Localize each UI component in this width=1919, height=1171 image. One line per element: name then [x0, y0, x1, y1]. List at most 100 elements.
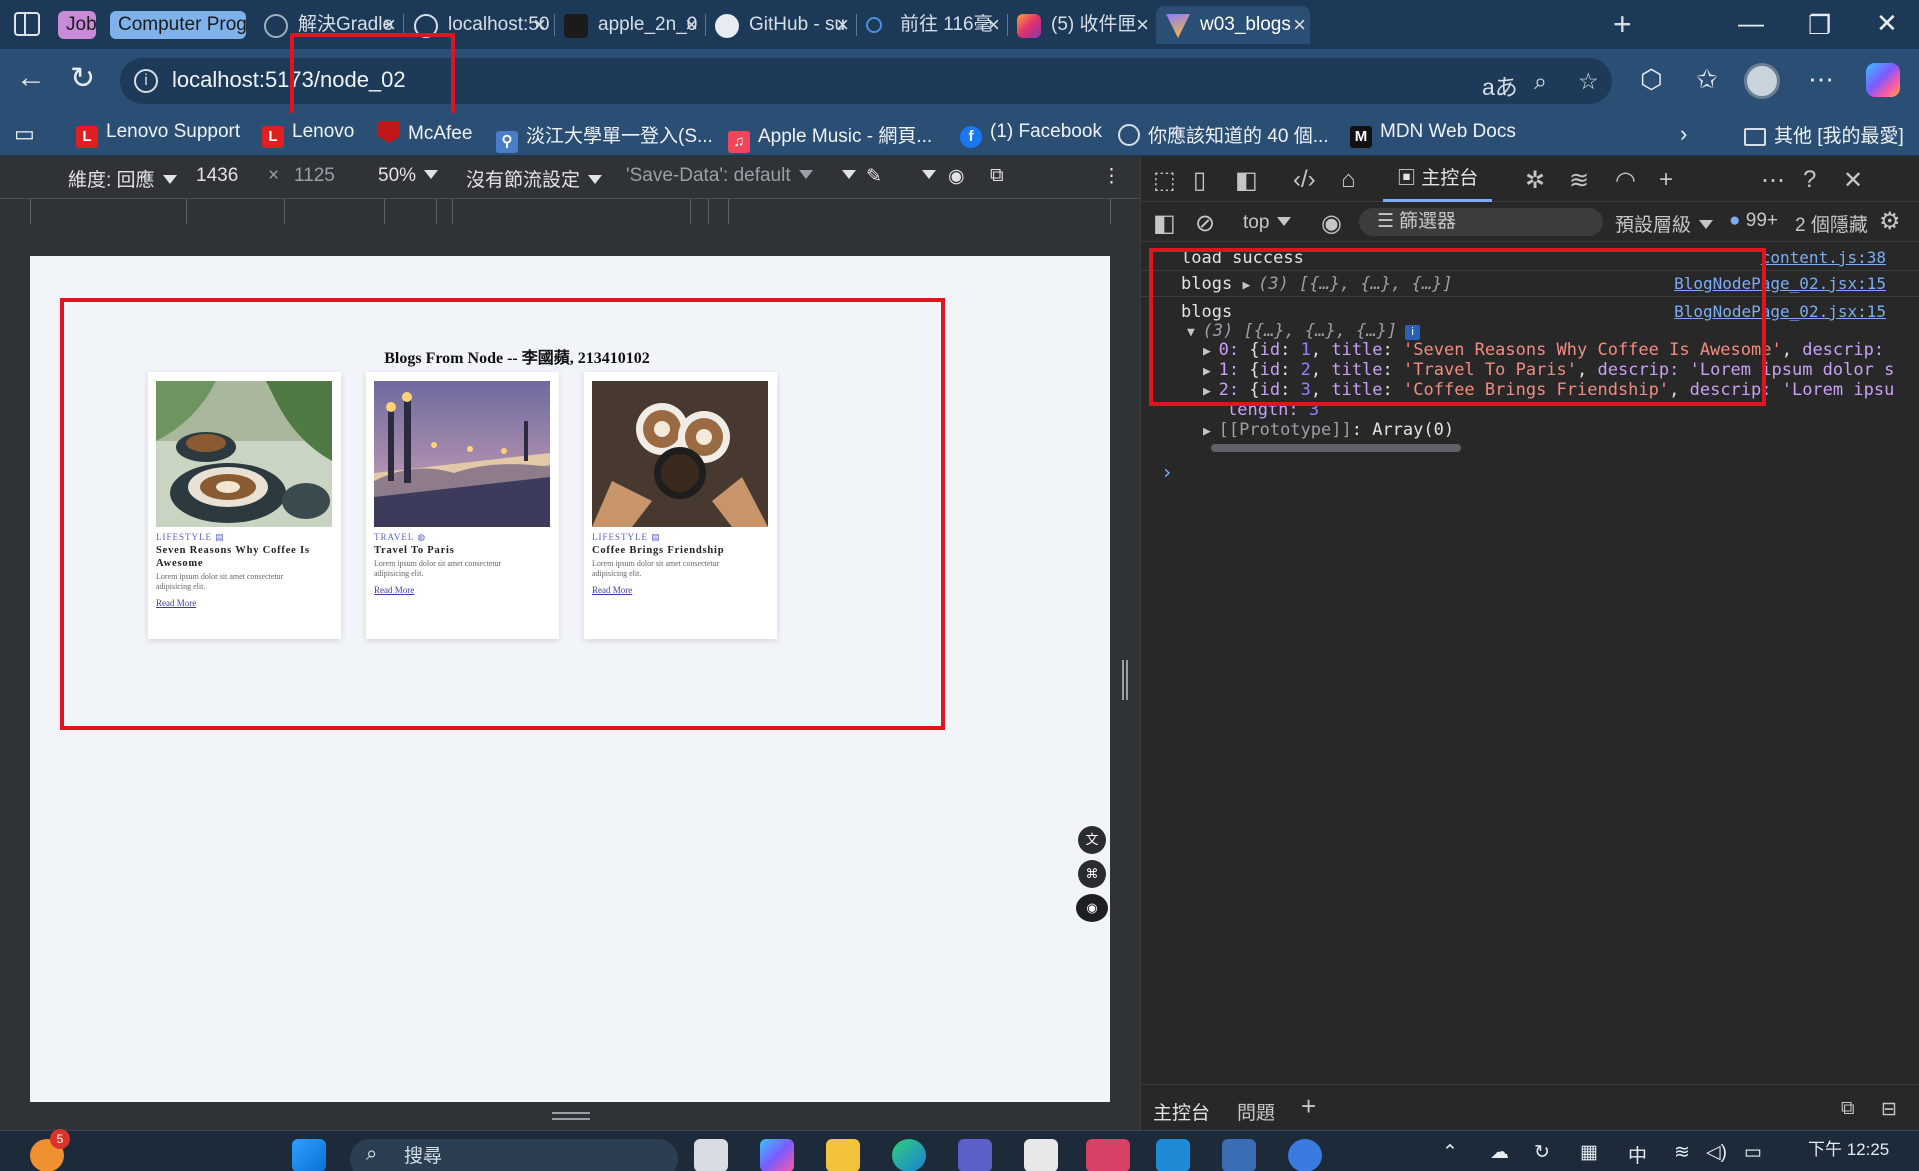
welcome-home-icon[interactable]: ⌂	[1341, 166, 1356, 194]
log-source-link[interactable]: content.js:38	[1761, 248, 1886, 267]
bookmark-mdn[interactable]: M MDN Web Docs	[1350, 121, 1516, 148]
tab-search[interactable]: 前往 116毫 ×	[856, 6, 1004, 44]
vscode-icon[interactable]	[1156, 1139, 1190, 1171]
close-devtools-icon[interactable]: ✕	[1843, 166, 1863, 195]
console-horizontal-scrollbar[interactable]	[1211, 444, 1461, 452]
taskbar-search[interactable]: 搜尋	[350, 1139, 678, 1171]
height-input[interactable]: 1125	[294, 165, 335, 187]
bookmark-40-things[interactable]: 你應該知道的 40 個...	[1118, 121, 1329, 148]
device-toolbar-icon[interactable]: ▯	[1193, 166, 1206, 195]
throttle-select[interactable]: 沒有節流設定	[466, 165, 603, 192]
live-expression-eye-icon[interactable]: ◉	[1321, 209, 1342, 238]
drawer-close-icon[interactable]: ⊟	[1881, 1098, 1897, 1121]
site-info-icon[interactable]: i	[134, 69, 158, 93]
sources-bug-icon[interactable]: ✲	[1525, 166, 1545, 195]
sidebar-toggle-icon[interactable]: ◧	[1153, 209, 1176, 238]
copilot-app-icon[interactable]	[760, 1139, 794, 1171]
sync-icon[interactable]: ↻	[1534, 1141, 1550, 1164]
ime-indicator[interactable]: 中	[1628, 1141, 1647, 1168]
tab-group-job[interactable]: Job	[58, 11, 96, 39]
device-more-icon[interactable]: ⋮	[1102, 165, 1121, 188]
bookmark-lenovo[interactable]: L Lenovo	[262, 121, 354, 148]
close-tab-icon[interactable]: ×	[1293, 6, 1306, 44]
save-data-select[interactable]: 'Save-Data': default	[626, 165, 813, 187]
console-prompt-icon[interactable]: ›	[1161, 460, 1173, 484]
layout-icon[interactable]: ▦	[1580, 1141, 1598, 1164]
minimize-icon[interactable]: —	[1738, 8, 1764, 39]
start-windows-icon[interactable]	[292, 1139, 326, 1171]
line-app-icon[interactable]	[1086, 1139, 1130, 1171]
tab-w03-blogs[interactable]: w03_blogs ×	[1156, 6, 1310, 44]
close-tab-icon[interactable]: ×	[987, 6, 1000, 44]
tab-instagram[interactable]: (5) 收件匣 ×	[1007, 6, 1153, 44]
network-wifi-icon[interactable]: ≋	[1569, 166, 1589, 195]
log-levels-select[interactable]: 預設層級	[1615, 210, 1714, 237]
drawer-tab-issues[interactable]: 問題	[1237, 1098, 1275, 1125]
refresh-icon[interactable]: ↻	[70, 61, 95, 96]
tab-github[interactable]: GitHub - su ×	[705, 6, 853, 44]
vision-deficiency-icon[interactable]: ◉	[948, 165, 965, 188]
bookmark-lenovo-support[interactable]: L Lenovo Support	[76, 121, 240, 148]
collections-icon[interactable]: ▭	[14, 121, 35, 147]
help-icon[interactable]: ?	[1803, 166, 1816, 194]
issues-counter[interactable]: ● 99+	[1729, 210, 1778, 232]
read-aloud-icon[interactable]: aあ	[1482, 68, 1518, 102]
viewport-bottom-grip[interactable]	[552, 1112, 590, 1120]
zoom-select[interactable]: 50%	[378, 165, 439, 187]
favorite-star-icon[interactable]: ☆	[1578, 68, 1599, 95]
back-icon[interactable]: ←	[16, 61, 46, 95]
database-app-icon[interactable]	[1222, 1139, 1256, 1171]
bookmark-facebook[interactable]: f (1) Facebook	[960, 121, 1102, 148]
performance-gauge-icon[interactable]: ◠	[1615, 166, 1636, 195]
devtools-more-icon[interactable]: ⋯	[1761, 166, 1785, 195]
copilot-icon[interactable]	[1866, 63, 1900, 97]
close-tab-icon[interactable]: ×	[1136, 6, 1149, 44]
dock-side-icon[interactable]: ◧	[1235, 166, 1258, 195]
vertical-tabs-icon[interactable]	[14, 12, 40, 36]
file-explorer-icon[interactable]	[826, 1139, 860, 1171]
console-settings-gear-icon[interactable]: ⚙	[1879, 207, 1901, 236]
other-favorites-folder[interactable]: 其他 [我的最愛]	[1744, 121, 1904, 148]
drawer-dock-icon[interactable]: ⧉	[1841, 1098, 1855, 1120]
chrome-dev-icon[interactable]	[1288, 1139, 1322, 1171]
onedrive-icon[interactable]: ☁	[1490, 1141, 1509, 1164]
new-tab-icon[interactable]: +	[1613, 6, 1632, 43]
battery-icon[interactable]: ▭	[1744, 1141, 1762, 1164]
assistant-icon[interactable]: ◉	[1076, 894, 1108, 922]
sensors-dropdown[interactable]	[834, 165, 856, 187]
favorites-icon[interactable]: ✩	[1696, 64, 1718, 95]
close-tab-icon[interactable]: ×	[533, 6, 546, 44]
apps-icon[interactable]: ⌘	[1078, 860, 1106, 888]
drawer-tab-console[interactable]: 主控台	[1153, 1098, 1210, 1125]
translate-icon[interactable]: 文	[1078, 826, 1106, 854]
elements-icon[interactable]: ‹/›	[1293, 166, 1316, 194]
context-select[interactable]: top	[1237, 210, 1297, 236]
teams-icon[interactable]	[958, 1139, 992, 1171]
console-filter-input[interactable]: 篩選器	[1359, 208, 1603, 236]
inspect-element-icon[interactable]: ⬚	[1153, 166, 1176, 195]
bookmark-mcafee[interactable]: McAfee	[378, 121, 472, 145]
bookmark-apple-music[interactable]: ♫ Apple Music - 網頁...	[728, 121, 932, 153]
close-tab-icon[interactable]: ×	[685, 6, 698, 44]
more-tools-plus-icon[interactable]: +	[1659, 166, 1673, 194]
bookmark-tku[interactable]: ⚲ 淡江大學單一登入(S...	[496, 121, 713, 153]
volume-icon[interactable]: ◁)	[1706, 1141, 1727, 1164]
tray-overflow-icon[interactable]: ⌃	[1442, 1141, 1458, 1164]
extensions-icon[interactable]: ⬡	[1640, 64, 1663, 95]
vision-dropdown[interactable]	[914, 165, 936, 187]
wifi-icon[interactable]: ≋	[1674, 1141, 1690, 1164]
clock-time[interactable]: 下午 12:25	[1808, 1135, 1889, 1160]
restore-icon[interactable]: ❐	[1808, 10, 1831, 41]
task-view-icon[interactable]	[694, 1139, 728, 1171]
close-window-icon[interactable]: ✕	[1876, 8, 1898, 39]
drawer-add-icon[interactable]: +	[1301, 1091, 1316, 1122]
tab-apple-2n[interactable]: apple_2n_0 ×	[554, 6, 702, 44]
clear-console-icon[interactable]: ⊘	[1195, 209, 1215, 238]
eyedropper-icon[interactable]: ✎	[866, 165, 882, 188]
array-prototype[interactable]: ▶ [[Prototype]]: Array(0)	[1203, 420, 1454, 440]
expand-triangle-icon[interactable]: ▶	[1203, 424, 1219, 439]
zoom-icon[interactable]: ⌕	[1534, 68, 1547, 95]
profile-avatar[interactable]	[1744, 63, 1780, 99]
dimensions-select[interactable]: 維度: 回應	[68, 165, 177, 192]
close-tab-icon[interactable]: ×	[836, 6, 849, 44]
